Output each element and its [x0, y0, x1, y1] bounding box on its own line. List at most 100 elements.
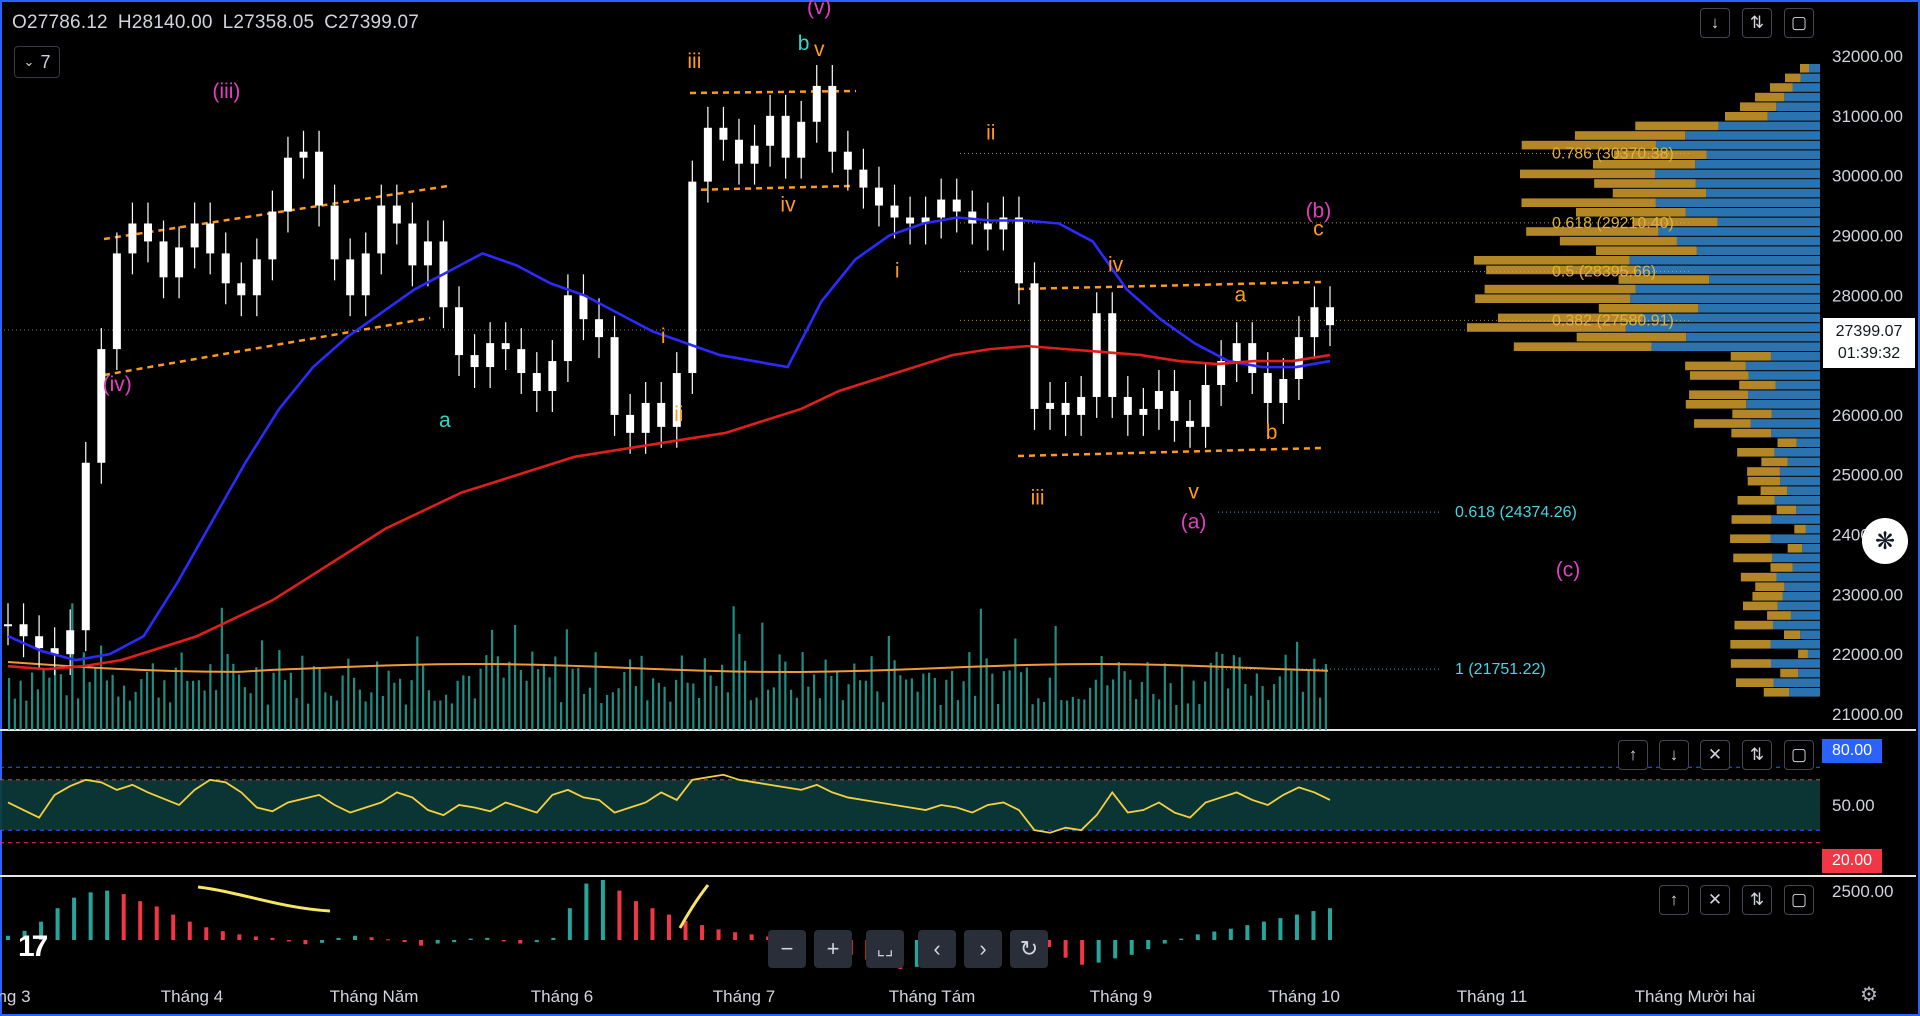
- volume-profile-row-down: [1685, 400, 1747, 409]
- volume-bar: [381, 695, 384, 730]
- volume-bar: [450, 703, 453, 730]
- volume-bar: [588, 687, 591, 730]
- scroll-right-button[interactable]: ›: [964, 930, 1002, 968]
- volume-profile-row-up: [1747, 390, 1820, 399]
- rsi-move-up-button[interactable]: ↑: [1618, 740, 1648, 770]
- volume-profile-row-up: [1750, 419, 1820, 428]
- volume-bar: [370, 692, 373, 730]
- macd-bar: [353, 935, 358, 940]
- volume-profile-row-down: [1785, 73, 1801, 83]
- candle-body: [81, 462, 90, 631]
- volume-bar: [123, 685, 126, 730]
- volume-bar: [410, 680, 413, 730]
- volume-profile-row-up: [1770, 659, 1820, 668]
- volume-profile-row-down: [1755, 92, 1785, 102]
- volume-bar: [853, 663, 856, 730]
- volume-profile-row-up: [1776, 102, 1820, 111]
- candle-body: [579, 295, 588, 320]
- volume-bar: [105, 680, 108, 730]
- volume-bar: [111, 674, 114, 730]
- volume-bar: [48, 677, 51, 730]
- macd-bar: [419, 940, 424, 946]
- maximize-button[interactable]: ▢: [1784, 8, 1814, 38]
- volume-profile-row-up: [1782, 592, 1820, 601]
- volume-bar: [128, 700, 131, 730]
- wave-label: v: [814, 38, 825, 61]
- collapse-button[interactable]: ⇅: [1742, 8, 1772, 38]
- volume-bar: [1267, 699, 1270, 730]
- volume-bar: [387, 670, 390, 730]
- volume-profile-row-up: [1748, 371, 1820, 380]
- ai-assistant-button[interactable]: ❋: [1862, 518, 1908, 564]
- volume-bar: [100, 645, 103, 730]
- candle-body: [501, 343, 510, 350]
- candle-body: [797, 121, 806, 158]
- candle-body: [595, 319, 604, 338]
- macd-trend-annotation: [197, 885, 331, 913]
- reset-icon: ↻: [1019, 936, 1039, 961]
- volume-bar: [1278, 676, 1281, 730]
- volume-profile-row-down: [1731, 428, 1772, 438]
- volume-profile-row-up: [1745, 361, 1820, 371]
- volume-profile-row-down: [1730, 640, 1771, 649]
- volume-bar: [289, 672, 292, 730]
- wave-label: (iv): [103, 373, 132, 396]
- macd-bar: [650, 908, 655, 940]
- volume-profile-row-up: [1792, 563, 1820, 572]
- volume-profile-row-up: [1779, 467, 1820, 476]
- scroll-left-button[interactable]: ‹: [918, 930, 956, 968]
- arrow-down-icon: ↓: [1710, 13, 1720, 32]
- ohlc-close: C27399.07: [324, 12, 420, 33]
- volume-profile-row-down: [1737, 496, 1775, 505]
- chart-canvas[interactable]: 0.786 (30370.38) 0.618 (29210.40) 0.5 (283…: [0, 0, 1920, 1016]
- volume-bar: [404, 704, 407, 730]
- zoom-out-button[interactable]: −: [768, 930, 806, 968]
- rsi-maximize-button[interactable]: ▢: [1784, 740, 1814, 770]
- volume-bar: [870, 656, 873, 730]
- macd-bar: [1228, 928, 1233, 940]
- rsi-remove-button[interactable]: ✕: [1700, 740, 1730, 770]
- channel-line: [103, 316, 431, 377]
- wave-label: (v): [807, 0, 832, 19]
- reset-scale-button[interactable]: ⌞⌟: [866, 930, 904, 968]
- volume-bar: [353, 677, 356, 730]
- volume-profile-row-up: [1770, 534, 1820, 543]
- macd-collapse-button[interactable]: ⇅: [1742, 885, 1772, 915]
- macd-bar: [617, 890, 622, 940]
- volume-bar: [548, 677, 551, 730]
- volume-bar: [399, 678, 402, 730]
- macd-bar: [105, 890, 110, 940]
- reset-chart-button[interactable]: ↻: [1010, 930, 1048, 968]
- wave-label: (iii): [212, 80, 240, 103]
- volume-bar: [163, 680, 166, 730]
- zoom-in-button[interactable]: +: [814, 930, 852, 968]
- interval-selector[interactable]: ⌄ 7: [14, 46, 60, 78]
- volume-bar: [1301, 691, 1304, 730]
- volume-bar: [1192, 680, 1195, 730]
- volume-profile-row-up: [1787, 486, 1820, 495]
- fib-level-label: 0.5 (28395.66): [1552, 264, 1656, 281]
- volume-bar: [197, 680, 200, 730]
- candle-body: [97, 349, 106, 463]
- settings-gear-icon[interactable]: ⚙: [1860, 982, 1878, 1007]
- volume-bar: [140, 679, 143, 730]
- price-axis-label: 29000.00: [1832, 226, 1903, 245]
- volume-bar: [905, 679, 908, 730]
- volume-bar: [117, 696, 120, 730]
- macd-maximize-button[interactable]: ▢: [1784, 885, 1814, 915]
- macd-bar: [1113, 940, 1118, 959]
- rsi-move-down-button[interactable]: ↓: [1659, 740, 1689, 770]
- channel-line: [689, 184, 851, 192]
- wave-label: ii: [986, 122, 995, 145]
- rsi-collapse-button[interactable]: ⇅: [1742, 740, 1772, 770]
- wave-label: iv: [780, 194, 796, 217]
- volume-bar: [1296, 641, 1299, 730]
- move-down-button[interactable]: ↓: [1700, 8, 1730, 38]
- candle-body: [548, 361, 557, 391]
- macd-remove-button[interactable]: ✕: [1700, 885, 1730, 915]
- volume-profile-row-up: [1709, 275, 1820, 284]
- volume-bar: [951, 670, 954, 730]
- fib-extension-label: 1 (21751.22): [1455, 661, 1546, 678]
- macd-move-up-button[interactable]: ↑: [1659, 885, 1689, 915]
- volume-bar: [790, 689, 793, 730]
